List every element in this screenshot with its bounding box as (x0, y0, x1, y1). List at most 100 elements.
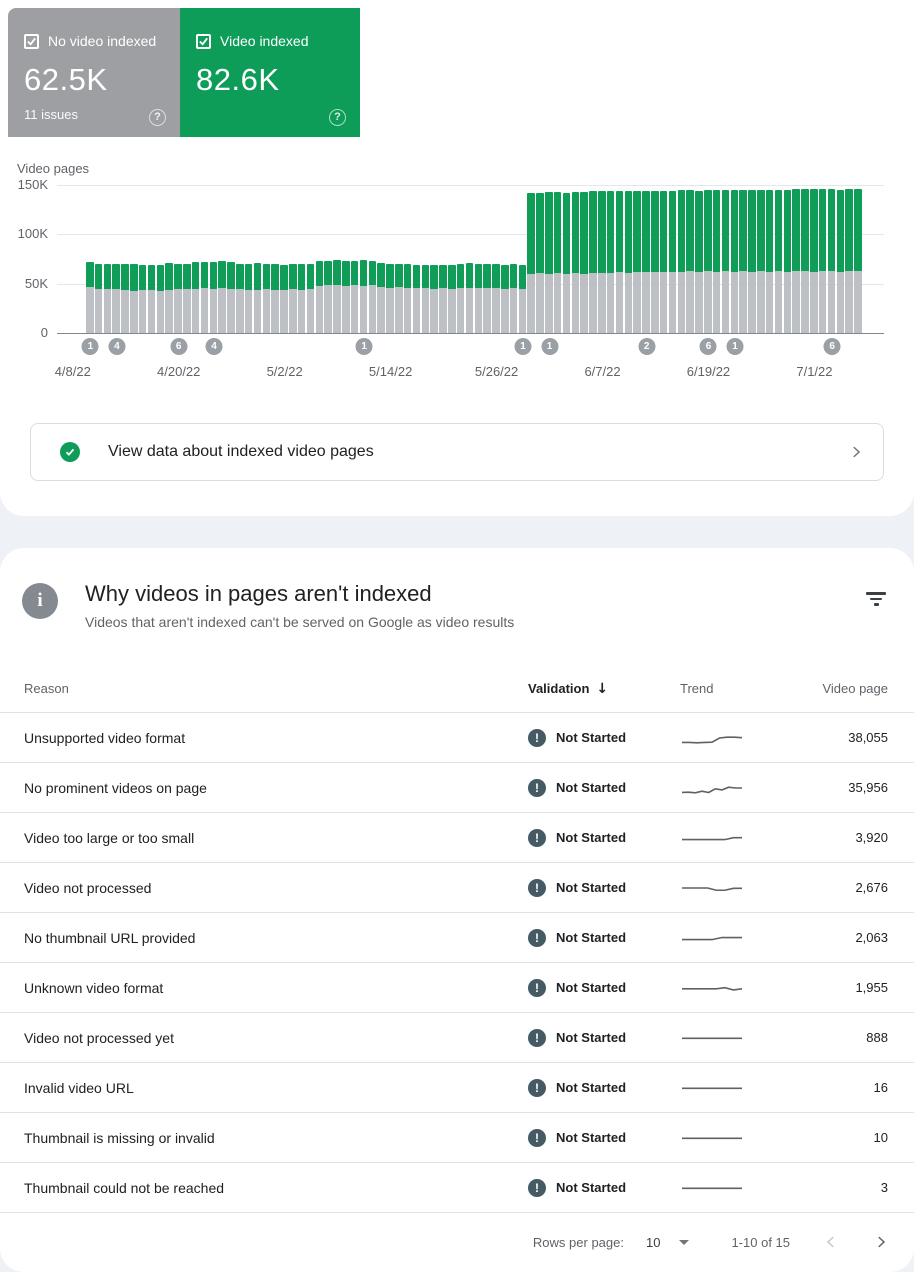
stacked-bar (422, 265, 430, 333)
help-icon[interactable]: ? (329, 109, 346, 126)
stacked-bar (192, 262, 200, 333)
rows-per-page-select[interactable]: 10 (646, 1235, 689, 1250)
y-tick-label: 150K (0, 177, 48, 192)
issue-row[interactable]: Video not processed!Not Started2,676 (0, 862, 914, 912)
stacked-bar (104, 264, 112, 333)
table-header-row: Reason Validation ↓ Trend Video page (0, 665, 914, 712)
issue-reason: Thumbnail is missing or invalid (0, 1130, 528, 1146)
validation-status: !Not Started (528, 1179, 660, 1197)
trend-sparkline (660, 828, 760, 848)
stacked-bar (589, 191, 597, 333)
stacked-bar (307, 264, 315, 333)
trend-sparkline (660, 1128, 760, 1148)
issue-count-badge[interactable]: 2 (638, 338, 655, 355)
validation-status: !Not Started (528, 779, 660, 797)
stacked-bar (713, 190, 721, 333)
video-page-count: 2,063 (760, 930, 914, 945)
video-page-count: 3 (760, 1180, 914, 1195)
issue-count-badge[interactable]: 1 (356, 338, 373, 355)
issue-reason: Invalid video URL (0, 1080, 528, 1096)
chart-annotation-badges: 14641112616 (86, 338, 863, 356)
not-started-icon: ! (528, 879, 546, 897)
trend-sparkline (660, 978, 760, 998)
chart-title: Video pages (17, 161, 89, 176)
filter-icon[interactable] (866, 592, 886, 608)
stacked-bar (819, 189, 827, 333)
not-started-icon: ! (528, 1179, 546, 1197)
issues-table-body: Unsupported video format!Not Started38,0… (0, 712, 914, 1212)
trend-sparkline (660, 1028, 760, 1048)
stacked-bar (174, 264, 182, 333)
stacked-bar (404, 264, 412, 333)
column-header-validation[interactable]: Validation ↓ (528, 681, 660, 697)
issue-row[interactable]: No prominent videos on page!Not Started3… (0, 762, 914, 812)
section-subtitle: Videos that aren't indexed can't be serv… (85, 614, 514, 630)
video-indexed-checkbox[interactable] (196, 34, 211, 49)
stacked-bar (607, 191, 615, 333)
stacked-bar (616, 191, 624, 333)
issue-reason: Video not processed (0, 880, 528, 896)
issue-row[interactable]: Thumbnail could not be reached!Not Start… (0, 1162, 914, 1212)
column-header-trend[interactable]: Trend (660, 681, 760, 696)
stacked-bar (130, 264, 138, 333)
previous-page-button[interactable] (822, 1233, 840, 1251)
chevron-right-icon (847, 443, 865, 461)
stacked-bar (501, 265, 509, 333)
stacked-bar (598, 191, 606, 333)
card-value: 62.5K (24, 62, 164, 98)
no-video-indexed-checkbox[interactable] (24, 34, 39, 49)
x-tick-label: 5/14/22 (369, 364, 412, 379)
card-no-video-indexed[interactable]: No video indexed 62.5K 11 issues ? (8, 8, 180, 137)
info-icon: i (22, 583, 58, 619)
issue-count-badge[interactable]: 6 (170, 338, 187, 355)
stacked-bar (289, 264, 297, 333)
issue-row[interactable]: No thumbnail URL provided!Not Started2,0… (0, 912, 914, 962)
video-page-count: 35,956 (760, 780, 914, 795)
stacked-bar (633, 191, 641, 333)
stacked-bar (333, 260, 341, 333)
stacked-bar (457, 264, 465, 333)
stacked-bar (651, 191, 659, 333)
issue-row[interactable]: Video too large or too small!Not Started… (0, 812, 914, 862)
issue-row[interactable]: Thumbnail is missing or invalid!Not Star… (0, 1112, 914, 1162)
x-tick-label: 5/26/22 (475, 364, 518, 379)
column-header-video-page[interactable]: Video page (760, 681, 914, 696)
rows-per-page-label: Rows per page: (533, 1235, 624, 1250)
issue-count-badge[interactable]: 1 (515, 338, 532, 355)
validation-label: Not Started (556, 980, 626, 995)
view-indexed-data-banner[interactable]: View data about indexed video pages (30, 423, 884, 481)
help-icon[interactable]: ? (149, 109, 166, 126)
video-page-count: 10 (760, 1130, 914, 1145)
issue-count-badge[interactable]: 4 (206, 338, 223, 355)
stacked-bar (854, 189, 862, 333)
stacked-bar (165, 263, 173, 333)
issue-count-badge[interactable]: 4 (108, 338, 125, 355)
issue-row[interactable]: Unknown video format!Not Started1,955 (0, 962, 914, 1012)
issue-count-badge[interactable]: 6 (824, 338, 841, 355)
trend-sparkline (660, 728, 760, 748)
stacked-bar (360, 260, 368, 333)
next-page-button[interactable] (872, 1233, 890, 1251)
issue-row[interactable]: Invalid video URL!Not Started16 (0, 1062, 914, 1112)
issue-count-badge[interactable]: 6 (700, 338, 717, 355)
stacked-bar (695, 191, 703, 333)
not-started-icon: ! (528, 1079, 546, 1097)
stacked-bar (430, 265, 438, 333)
not-started-icon: ! (528, 779, 546, 797)
not-started-icon: ! (528, 1029, 546, 1047)
stacked-bar (386, 264, 394, 333)
issue-count-badge[interactable]: 1 (541, 338, 558, 355)
card-video-indexed[interactable]: Video indexed 82.6K ? (180, 8, 360, 137)
issue-count-badge[interactable]: 1 (726, 338, 743, 355)
stacked-bar (536, 193, 544, 333)
card-label: Video indexed (220, 33, 308, 49)
column-header-reason[interactable]: Reason (0, 681, 528, 696)
issue-row[interactable]: Video not processed yet!Not Started888 (0, 1012, 914, 1062)
issue-count-badge[interactable]: 1 (82, 338, 99, 355)
validation-status: !Not Started (528, 1029, 660, 1047)
x-tick-label: 7/1/22 (796, 364, 832, 379)
not-started-icon: ! (528, 979, 546, 997)
stacked-bar (369, 261, 377, 334)
stacked-bar (112, 264, 120, 333)
issue-row[interactable]: Unsupported video format!Not Started38,0… (0, 712, 914, 762)
